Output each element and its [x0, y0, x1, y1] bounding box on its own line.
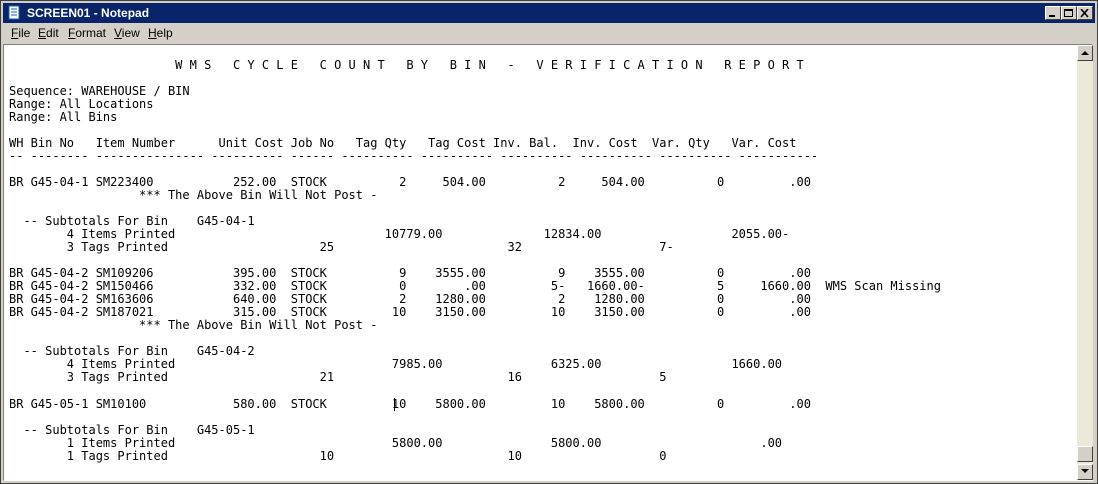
window-title: SCREEN01 - Notepad [27, 6, 150, 20]
menu-bar: File Edit Format View Help [3, 23, 1095, 43]
menu-file[interactable]: File [11, 26, 30, 40]
menu-help[interactable]: Help [148, 26, 173, 40]
column-underline-line: -- -------- --------------- ---------- -… [9, 149, 819, 163]
menu-format-label: ormat [75, 26, 107, 40]
menu-edit-label: dit [46, 26, 59, 40]
arrow-up-icon [1081, 51, 1089, 55]
notepad-window: SCREEN01 - Notepad File Edit Format View… [0, 0, 1098, 484]
scroll-up-button[interactable] [1077, 45, 1093, 61]
title-bar[interactable]: SCREEN01 - Notepad [3, 3, 1095, 23]
menu-help-mnemonic: H [148, 26, 157, 40]
minimize-icon [1049, 15, 1055, 17]
subtotal-tags-line: 1 Tags Printed 10 10 0 [9, 449, 667, 463]
text-editor[interactable]: W M S C Y C L E C O U N T B Y B I N - V … [3, 44, 1093, 481]
menu-view-mnemonic: V [114, 26, 122, 40]
maximize-icon [1064, 9, 1073, 17]
range-bins-line: Range: All Bins [9, 110, 118, 124]
close-icon [1080, 9, 1089, 18]
vertical-scrollbar[interactable] [1077, 45, 1093, 480]
text-caret [394, 398, 395, 411]
notepad-icon [8, 5, 20, 20]
maximize-button[interactable] [1061, 6, 1077, 20]
menu-help-label: elp [156, 26, 173, 40]
bin-warning-line: *** The Above Bin Will Not Post - [9, 318, 378, 332]
subtotal-tags-line: 3 Tags Printed 25 32 7- [9, 240, 674, 254]
subtotal-tags-line: 3 Tags Printed 21 16 5 [9, 370, 667, 384]
menu-view-label: iew [121, 26, 140, 40]
report-title-line: W M S C Y C L E C O U N T B Y B I N - V … [9, 58, 804, 72]
document-text-area[interactable]: W M S C Y C L E C O U N T B Y B I N - V … [4, 45, 1077, 480]
menu-edit[interactable]: Edit [38, 26, 59, 40]
scroll-down-button[interactable] [1077, 464, 1093, 480]
menu-view[interactable]: View [114, 26, 140, 40]
arrow-down-icon [1081, 469, 1089, 473]
minimize-button[interactable] [1045, 6, 1061, 20]
scroll-thumb[interactable] [1077, 446, 1093, 462]
menu-format[interactable]: Format [68, 26, 106, 40]
close-button[interactable] [1077, 6, 1093, 20]
report-row: BR G45-05-1 SM10100 580.00 STOCK 10 5800… [9, 397, 811, 411]
menu-edit-mnemonic: E [38, 26, 47, 40]
bin-warning-line: *** The Above Bin Will Not Post - [9, 188, 378, 202]
menu-file-label: ile [18, 26, 31, 40]
